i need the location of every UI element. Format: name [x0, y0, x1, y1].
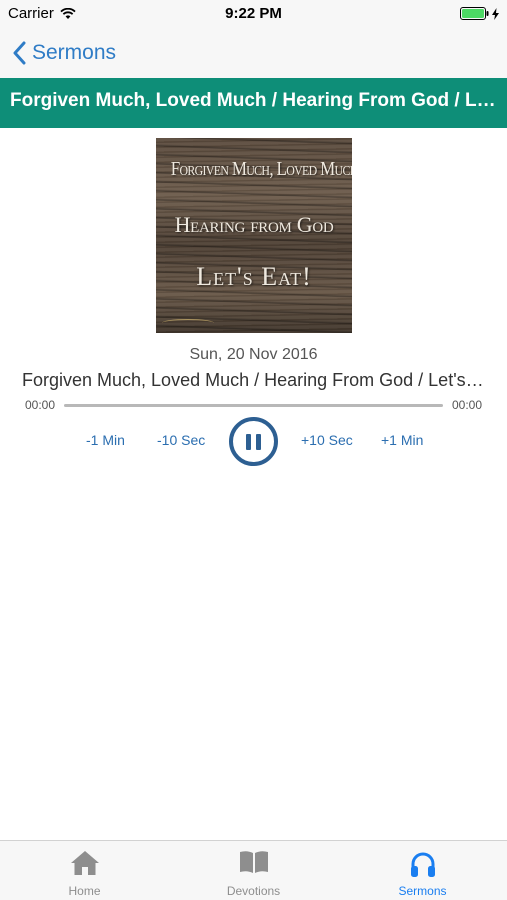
chevron-left-icon — [13, 41, 26, 65]
banner-title: Forgiven Much, Loved Much / Hearing From… — [10, 90, 497, 111]
status-bar: Carrier 9:22 PM — [0, 0, 507, 28]
charging-bolt-icon — [492, 7, 499, 20]
tab-sermons-label: Sermons — [398, 884, 447, 898]
artwork-line-2: Hearing from God — [174, 212, 334, 237]
pause-button[interactable] — [229, 417, 278, 466]
tab-home-label: Home — [68, 884, 101, 898]
sermon-date: Sun, 20 Nov 2016 — [189, 346, 318, 363]
sermon-title: Forgiven Much, Loved Much / Hearing From… — [22, 370, 485, 390]
elapsed-time: 00:00 — [25, 398, 56, 412]
tab-sermons[interactable]: Sermons — [338, 841, 507, 900]
navigation-bar: Sermons — [0, 28, 507, 78]
tab-devotions-label: Devotions — [226, 884, 281, 898]
skip-back-1-min-button[interactable]: -1 Min — [86, 432, 125, 448]
title-banner: Forgiven Much, Loved Much / Hearing From… — [0, 78, 507, 128]
skip-forward-1-min-button[interactable]: +1 Min — [381, 432, 423, 448]
home-icon — [70, 851, 99, 875]
church-logo-icon — [162, 319, 214, 327]
battery-indicator — [460, 7, 499, 20]
tab-home[interactable]: Home — [0, 841, 169, 900]
total-time: 00:00 — [451, 398, 482, 412]
artwork-line-1: Forgiven Much, Loved Much — [170, 158, 352, 180]
skip-back-10-sec-button[interactable]: -10 Sec — [157, 432, 205, 448]
book-icon — [239, 851, 268, 873]
playback-controls: -1 Min -10 Sec +10 Sec +1 Min — [0, 415, 507, 467]
battery-icon — [460, 7, 489, 20]
progress-slider[interactable] — [64, 404, 443, 407]
tab-devotions[interactable]: Devotions — [169, 841, 338, 900]
back-button-label: Sermons — [32, 41, 117, 64]
sermon-artwork: Forgiven Much, Loved Much Hearing from G… — [156, 138, 352, 333]
headphones-icon — [410, 852, 435, 877]
pause-icon — [246, 434, 251, 450]
artwork-line-3: Let's Eat! — [196, 262, 312, 291]
back-button[interactable]: Sermons — [12, 36, 116, 70]
tab-bar: Home Devotions Sermons — [0, 840, 507, 900]
skip-forward-10-sec-button[interactable]: +10 Sec — [301, 432, 353, 448]
clock: 9:22 PM — [225, 5, 282, 22]
